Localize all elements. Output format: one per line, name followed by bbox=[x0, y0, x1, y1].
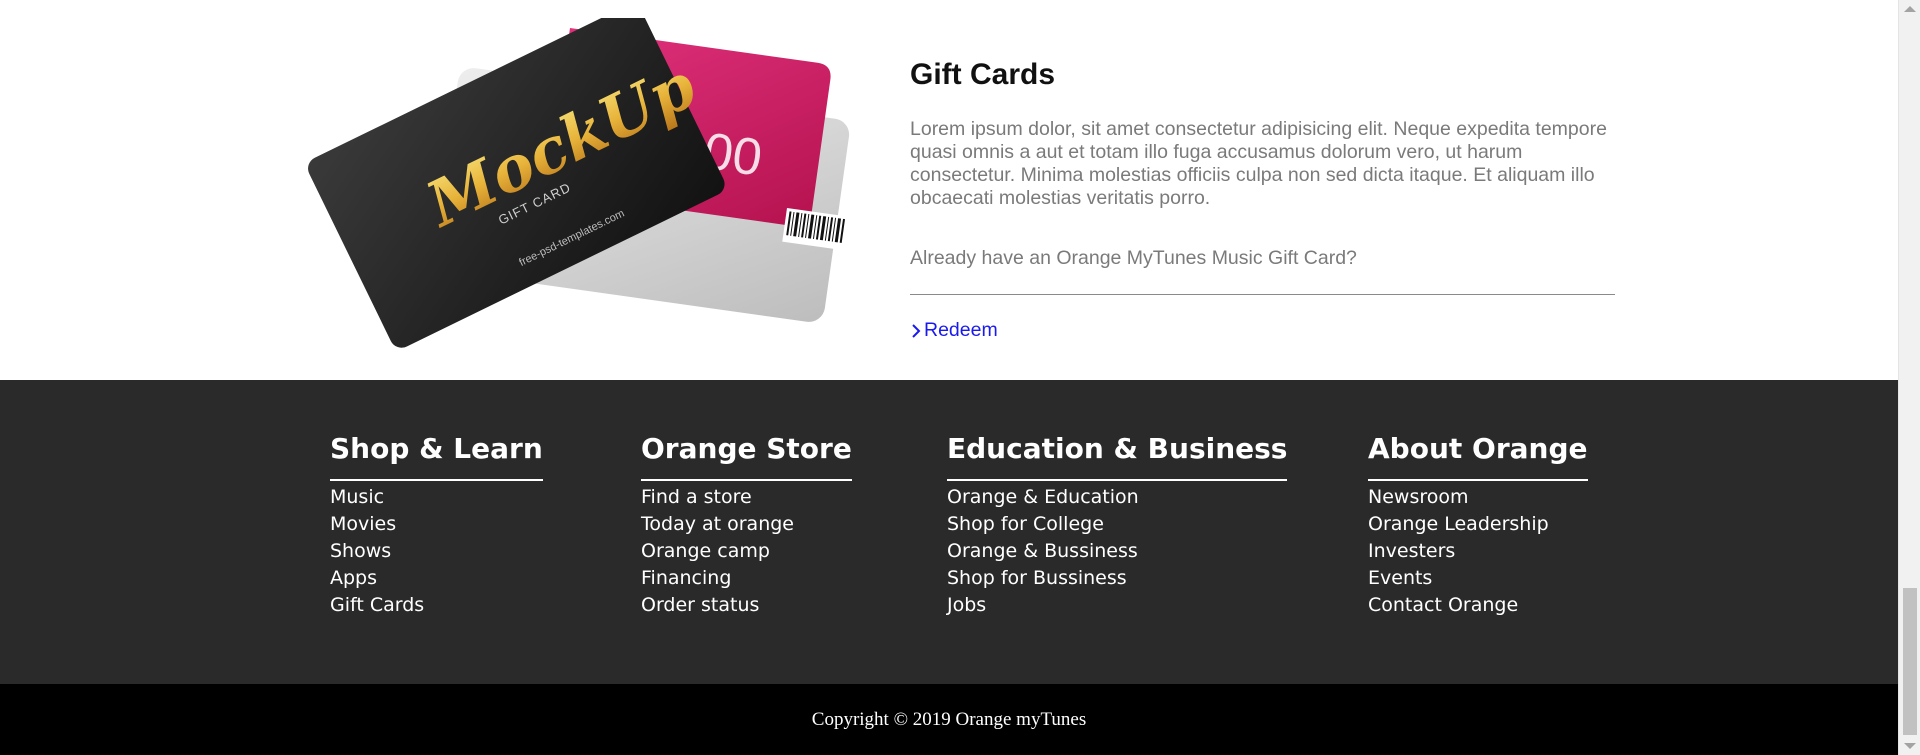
footer-heading: Shop & Learn bbox=[330, 432, 543, 481]
footer-link-apps[interactable]: Apps bbox=[330, 565, 543, 592]
footer-link-orange-camp[interactable]: Orange camp bbox=[641, 538, 852, 565]
scroll-up-arrow-icon[interactable] bbox=[1904, 6, 1916, 12]
redeem-link[interactable]: Redeem bbox=[910, 319, 998, 342]
footer-link-list: Find a store Today at orange Orange camp… bbox=[641, 484, 852, 619]
copyright-text: Copyright © 2019 Orange myTunes bbox=[811, 708, 1087, 730]
footer-link-shows[interactable]: Shows bbox=[330, 538, 543, 565]
scrollbar-thumb[interactable] bbox=[1903, 588, 1917, 735]
footer-link-list: Newsroom Orange Leadership Investers Eve… bbox=[1368, 484, 1588, 619]
footer-link-orange-leadership[interactable]: Orange Leadership bbox=[1368, 511, 1588, 538]
copyright-bar: Copyright © 2019 Orange myTunes bbox=[0, 684, 1898, 755]
footer-column-about-orange: About Orange Newsroom Orange Leadership … bbox=[1368, 432, 1588, 619]
footer-link-financing[interactable]: Financing bbox=[641, 565, 852, 592]
footer: Shop & Learn Music Movies Shows Apps Gif… bbox=[0, 380, 1898, 684]
footer-link-movies[interactable]: Movies bbox=[330, 511, 543, 538]
footer-link-orange-business[interactable]: Orange & Bussiness bbox=[947, 538, 1287, 565]
footer-column-shop-learn: Shop & Learn Music Movies Shows Apps Gif… bbox=[330, 432, 543, 619]
footer-link-orange-education[interactable]: Orange & Education bbox=[947, 484, 1287, 511]
gift-card-image: 00 MockUp GIFT CARD free-psd-templates.c… bbox=[308, 18, 850, 348]
footer-link-list: Music Movies Shows Apps Gift Cards bbox=[330, 484, 543, 619]
chevron-right-icon bbox=[912, 323, 921, 338]
footer-link-list: Orange & Education Shop for College Oran… bbox=[947, 484, 1287, 619]
gift-card-question: Already have an Orange MyTunes Music Gif… bbox=[910, 247, 1357, 269]
footer-link-today-at-orange[interactable]: Today at orange bbox=[641, 511, 852, 538]
footer-link-contact-orange[interactable]: Contact Orange bbox=[1368, 592, 1588, 619]
vertical-scrollbar[interactable] bbox=[1898, 0, 1920, 755]
footer-link-find-store[interactable]: Find a store bbox=[641, 484, 852, 511]
scroll-down-arrow-icon[interactable] bbox=[1904, 743, 1916, 749]
footer-link-newsroom[interactable]: Newsroom bbox=[1368, 484, 1588, 511]
gift-card-title: Gift Cards bbox=[910, 58, 1056, 91]
footer-column-education-business: Education & Business Orange & Education … bbox=[947, 432, 1288, 619]
footer-link-gift-cards[interactable]: Gift Cards bbox=[330, 592, 543, 619]
footer-link-music[interactable]: Music bbox=[330, 484, 543, 511]
footer-link-shop-college[interactable]: Shop for College bbox=[947, 511, 1287, 538]
footer-link-jobs[interactable]: Jobs bbox=[947, 592, 1287, 619]
gift-card-section: 00 MockUp GIFT CARD free-psd-templates.c… bbox=[0, 0, 1898, 380]
footer-column-orange-store: Orange Store Find a store Today at orang… bbox=[641, 432, 852, 619]
divider bbox=[910, 294, 1615, 295]
gift-card-info: Gift Cards Lorem ipsum dolor, sit amet c… bbox=[910, 58, 1615, 344]
footer-link-events[interactable]: Events bbox=[1368, 565, 1588, 592]
gift-card-description: Lorem ipsum dolor, sit amet consectetur … bbox=[910, 118, 1607, 209]
footer-heading: Orange Store bbox=[641, 432, 852, 481]
footer-link-order-status[interactable]: Order status bbox=[641, 592, 852, 619]
footer-link-investers[interactable]: Investers bbox=[1368, 538, 1588, 565]
footer-heading: About Orange bbox=[1368, 432, 1588, 481]
redeem-label: Redeem bbox=[924, 319, 998, 341]
footer-heading: Education & Business bbox=[947, 432, 1288, 481]
footer-link-shop-business[interactable]: Shop for Bussiness bbox=[947, 565, 1287, 592]
